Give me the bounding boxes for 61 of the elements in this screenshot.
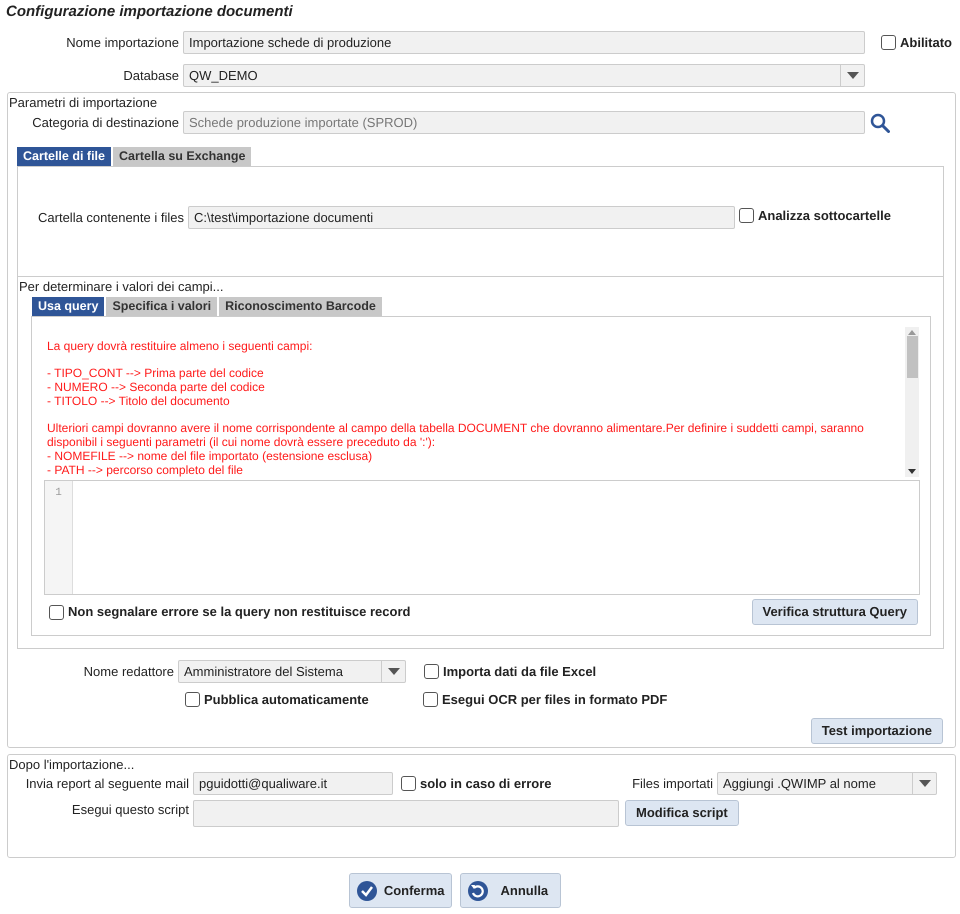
line-number: 1 bbox=[55, 486, 62, 501]
section-title: Parametri di importazione bbox=[9, 94, 158, 112]
help-text: Ulteriori campi dovranno avere il nome corrispondente al campo della tabella DOCUMENT che dovranno alimentare.Per definire i suddetti campi, saranno disponibil i seguenti parametri (il cui nome dovrà essere preceduto da ':'): bbox=[47, 421, 865, 449]
checkbox[interactable] bbox=[424, 664, 439, 679]
scroll-down-icon[interactable] bbox=[908, 469, 916, 474]
search-icon[interactable] bbox=[870, 112, 890, 132]
checkbox[interactable] bbox=[739, 208, 754, 223]
caret-icon bbox=[918, 780, 930, 787]
field-label: Invia report al seguente mail bbox=[24, 774, 189, 793]
checkbox-label: Importa dati da file Excel bbox=[443, 662, 596, 681]
help-text: La query dovrà restituire almeno i seguenti campi: bbox=[47, 339, 314, 353]
tab[interactable]: Riconoscimento Barcode bbox=[219, 297, 382, 316]
tab[interactable]: Specifica i valori bbox=[106, 297, 218, 316]
caret-icon bbox=[388, 668, 400, 675]
text-field[interactable]: Importazione schede di produzione bbox=[183, 31, 865, 54]
action-button[interactable]: Modifica script bbox=[625, 800, 739, 826]
field-label: Files importati bbox=[631, 774, 713, 793]
scrollbar[interactable] bbox=[905, 327, 919, 477]
dropdown[interactable]: QW_DEMO bbox=[183, 64, 865, 87]
dropdown[interactable]: Amministratore del Sistema bbox=[178, 660, 406, 683]
cancel-button[interactable]: Annulla bbox=[460, 873, 562, 908]
confirm-button[interactable]: Conferma bbox=[348, 873, 452, 908]
caret-icon bbox=[846, 72, 858, 79]
tab[interactable]: Cartelle di file bbox=[17, 147, 111, 166]
checkbox-label: Abilitato bbox=[900, 34, 952, 52]
text-field[interactable]: C:\test\importazione documenti bbox=[188, 206, 735, 229]
text-field[interactable]: Schede produzione importate (SPROD) bbox=[183, 111, 865, 134]
field-label: Cartella contenente i files bbox=[37, 208, 184, 227]
checkbox[interactable] bbox=[49, 604, 64, 620]
field-label: Nome redattore bbox=[82, 662, 174, 681]
checkbox-label: Esegui OCR per files in formato PDF bbox=[442, 691, 668, 709]
undo-icon bbox=[466, 880, 488, 902]
field-label: Categoria di destinazione bbox=[31, 114, 179, 132]
tab[interactable]: Cartella su Exchange bbox=[112, 147, 252, 166]
checkbox[interactable] bbox=[881, 35, 896, 50]
field-label: Nome importazione bbox=[65, 34, 179, 52]
help-text: - TITOLO --> Titolo del documento bbox=[47, 394, 231, 408]
checkbox-label: Pubblica automaticamente bbox=[204, 691, 369, 709]
action-button[interactable]: Test importazione bbox=[810, 718, 943, 744]
help-text: - PATH --> percorso completo del file bbox=[47, 463, 244, 477]
help-text: - NOMEFILE --> nome del file importato (estensione esclusa) bbox=[47, 449, 374, 463]
window-title: Configurazione importazione documenti bbox=[5, 2, 294, 22]
text-field[interactable]: pguidotti@qualiware.it bbox=[193, 772, 393, 795]
checkbox[interactable] bbox=[185, 692, 200, 708]
action-button[interactable]: Verifica struttura Query bbox=[752, 599, 918, 625]
script-field[interactable] bbox=[193, 800, 619, 827]
section-title: Per determinare i valori dei campi... bbox=[19, 278, 224, 296]
dropdown[interactable]: Aggiungi .QWIMP al nome bbox=[717, 772, 937, 795]
tab[interactable]: Usa query bbox=[32, 297, 104, 316]
scroll-thumb[interactable] bbox=[906, 336, 918, 378]
checkbox-label: solo in caso di errore bbox=[420, 774, 552, 793]
help-text: - TIPO_CONT --> Prima parte del codice bbox=[47, 366, 265, 380]
field-label: Database bbox=[122, 66, 179, 85]
check-icon bbox=[356, 880, 378, 902]
checkbox-label: Analizza sottocartelle bbox=[758, 206, 891, 225]
checkbox[interactable] bbox=[423, 692, 438, 708]
checkbox[interactable] bbox=[401, 776, 416, 791]
field-label: Esegui questo script bbox=[70, 801, 189, 819]
checkbox-label: Non segnalare errore se la query non restituisce record bbox=[68, 603, 410, 622]
help-text: - NUMERO --> Seconda parte del codice bbox=[47, 380, 266, 394]
section-title: Dopo l'importazione... bbox=[9, 756, 134, 774]
